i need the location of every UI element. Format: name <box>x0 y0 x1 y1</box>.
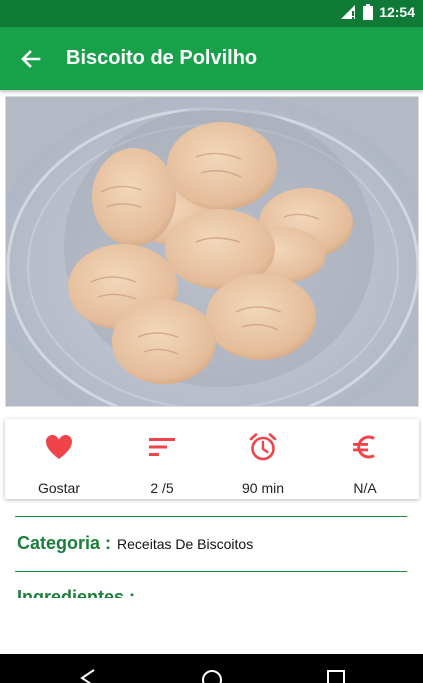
alarm-clock-icon <box>249 433 277 461</box>
status-icons: 12:54 <box>341 4 415 20</box>
status-time: 12:54 <box>379 4 415 20</box>
ingredients-label: Ingredientes : <box>17 587 136 598</box>
back-triangle-icon[interactable] <box>78 668 98 683</box>
battery-icon <box>363 4 374 20</box>
time-item: 90 min <box>211 419 315 499</box>
price-label: N/A <box>353 480 377 496</box>
signal-icon <box>341 5 356 19</box>
recipe-photo <box>5 96 419 407</box>
category-row: Categoria : Receitas De Biscoitos <box>17 533 253 554</box>
page-title: Biscoito de Polvilho <box>66 47 258 69</box>
ingredients-header: Ingredientes : <box>17 585 317 598</box>
like-label: Gostar <box>37 480 80 496</box>
price-item: N/A <box>313 419 417 499</box>
home-circle-icon[interactable] <box>201 668 223 683</box>
difficulty-item: 2 /5 <box>110 419 214 499</box>
arrow-left-icon <box>21 50 41 68</box>
like-button[interactable]: Gostar <box>7 419 111 499</box>
time-label: 90 min <box>241 480 285 496</box>
recipe-info-card: Gostar 2 /5 90 min N/A <box>5 419 419 499</box>
category-label: Categoria : <box>17 533 112 553</box>
difficulty-icon <box>149 438 175 456</box>
euro-icon <box>353 435 375 459</box>
status-bar: 12:54 <box>0 0 423 27</box>
system-nav-bar <box>0 654 423 683</box>
difficulty-label: 2 /5 <box>150 480 174 496</box>
category-value: Receitas De Biscoitos <box>117 536 254 552</box>
recipe-photo-image <box>6 97 418 406</box>
heart-icon <box>46 435 72 459</box>
app-bar: Biscoito de Polvilho <box>0 27 423 90</box>
back-button[interactable] <box>18 46 44 72</box>
divider <box>15 571 407 572</box>
divider <box>15 516 407 517</box>
recents-square-icon[interactable] <box>326 668 346 683</box>
